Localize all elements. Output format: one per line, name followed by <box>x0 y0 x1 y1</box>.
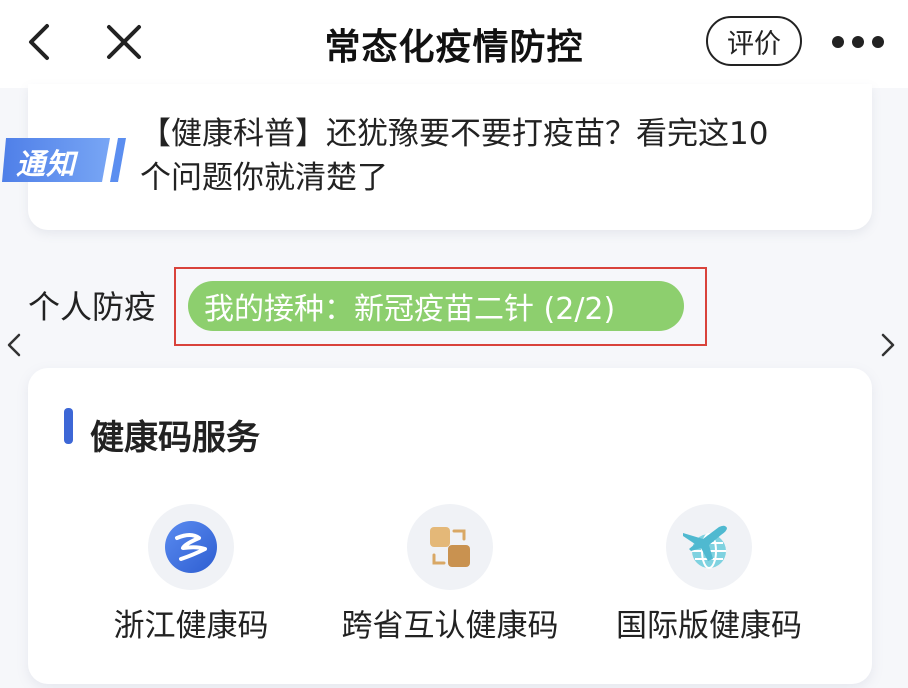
health-code-service-title: 健康码服务 <box>90 418 260 458</box>
notice-badge: 通知 <box>2 132 130 188</box>
section-accent-bar <box>64 408 73 444</box>
more-dots-icon <box>832 36 884 48</box>
notice-headline-link[interactable]: 【健康科普】还犹豫要不要打疫苗？看完这10 个问题你就清楚了 <box>140 112 860 200</box>
international-code-icon <box>683 525 727 569</box>
service-item-international[interactable]: 国际版健康码 <box>584 500 834 650</box>
service-label-cross-province: 跨省互认健康码 <box>341 608 559 644</box>
top-navbar: 常态化疫情防控 评价 <box>0 0 908 88</box>
service-item-cross-province[interactable]: 跨省互认健康码 <box>325 500 575 650</box>
service-item-zhejiang[interactable]: 浙江健康码 <box>66 500 316 650</box>
notice-line-2: 个问题你就清楚了 <box>140 160 388 196</box>
chevron-left-icon <box>7 333 21 357</box>
notice-badge-label: 通知 <box>16 147 77 181</box>
chevron-right-icon <box>881 333 895 357</box>
zhejiang-code-icon <box>165 521 217 573</box>
cross-province-code-icon <box>430 527 470 567</box>
rate-button[interactable]: 评价 <box>706 16 802 66</box>
more-button[interactable] <box>826 22 890 62</box>
service-icon-bg <box>407 504 493 590</box>
service-label-zhejiang: 浙江健康码 <box>113 608 269 644</box>
scroll-left-arrow[interactable] <box>2 330 26 360</box>
service-icon-bg <box>148 504 234 590</box>
scroll-right-arrow[interactable] <box>876 330 900 360</box>
service-icon-bg <box>666 504 752 590</box>
notice-line-1: 【健康科普】还犹豫要不要打疫苗？看完这10 <box>140 116 769 152</box>
highlight-box <box>174 267 707 346</box>
personal-protection-label: 个人防疫 <box>28 288 157 326</box>
service-label-international: 国际版健康码 <box>616 608 802 644</box>
